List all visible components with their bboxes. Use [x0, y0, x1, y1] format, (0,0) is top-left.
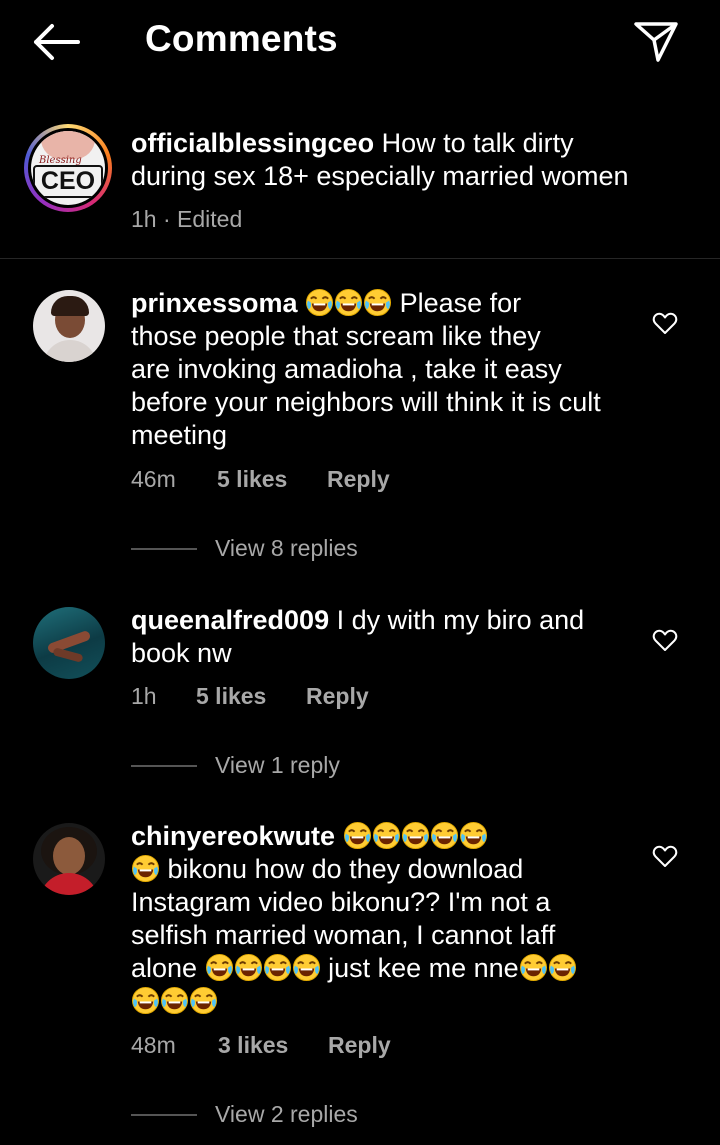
- laughing-emoji-icon: [363, 288, 392, 317]
- laughing-emoji-icon: [131, 854, 160, 883]
- comment-time: 48m: [131, 1032, 176, 1058]
- reply-button[interactable]: Reply: [306, 683, 369, 710]
- comment-time: 46m: [131, 466, 176, 492]
- avatar[interactable]: [33, 290, 105, 362]
- divider: [0, 258, 720, 259]
- laughing-emoji-icon: [430, 821, 459, 850]
- comment-time: 1h: [131, 683, 157, 709]
- comment-username[interactable]: prinxessoma: [131, 288, 298, 318]
- laughing-emoji-icon: [372, 821, 401, 850]
- laughing-emoji-icon: [131, 986, 160, 1015]
- laughing-emoji-icon: [548, 953, 577, 982]
- top-bar: Comments: [0, 0, 720, 90]
- post-author-avatar[interactable]: Blessing CEO: [24, 124, 112, 212]
- laughing-emoji-icon: [519, 953, 548, 982]
- reply-button[interactable]: Reply: [328, 1032, 391, 1059]
- laughing-emoji-icon: [234, 953, 263, 982]
- paper-plane-icon[interactable]: [632, 20, 680, 64]
- comment-text: prinxessoma Please for those people that…: [131, 288, 601, 450]
- comment-text: queenalfred009 I dy with my biro and boo…: [131, 605, 585, 668]
- laughing-emoji-icon: [401, 821, 430, 850]
- laughing-emoji-icon: [343, 821, 372, 850]
- laughing-emoji-icon: [160, 986, 189, 1015]
- page-title: Comments: [145, 18, 338, 59]
- heart-icon[interactable]: [652, 844, 678, 868]
- laughing-emoji-icon: [334, 288, 363, 317]
- laughing-emoji-icon: [305, 288, 334, 317]
- likes-count[interactable]: 5 likes: [196, 683, 266, 710]
- likes-count[interactable]: 3 likes: [218, 1032, 288, 1059]
- laughing-emoji-icon: [189, 986, 218, 1015]
- logo-text-main: CEO: [33, 165, 103, 198]
- laughing-emoji-icon: [205, 953, 234, 982]
- likes-count[interactable]: 5 likes: [217, 466, 287, 493]
- post-caption: officialblessingceo How to talk dirty du…: [131, 128, 629, 191]
- avatar[interactable]: [33, 607, 105, 679]
- laughing-emoji-icon: [263, 953, 292, 982]
- reply-button[interactable]: Reply: [327, 466, 390, 493]
- arrow-left-icon[interactable]: [30, 20, 82, 64]
- comment-username[interactable]: chinyereokwute: [131, 821, 335, 851]
- heart-icon[interactable]: [652, 628, 678, 652]
- laughing-emoji-icon: [292, 953, 321, 982]
- laughing-emoji-icon: [459, 821, 488, 850]
- comment-text: chinyereokwute bikonu how do they downlo…: [131, 820, 577, 1018]
- post-author-username[interactable]: officialblessingceo: [131, 128, 374, 158]
- avatar[interactable]: [33, 823, 105, 895]
- heart-icon[interactable]: [652, 311, 678, 335]
- comment-username[interactable]: queenalfred009: [131, 605, 329, 635]
